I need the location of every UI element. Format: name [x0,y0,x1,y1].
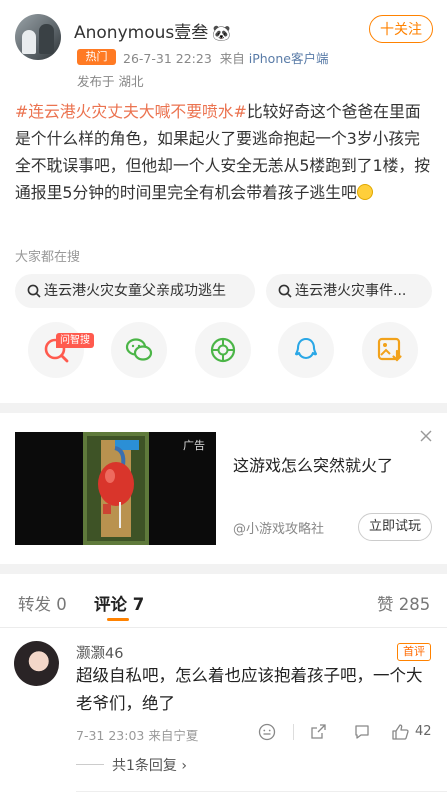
like-count: 42 [415,724,432,739]
post-meta: 26-7-31 22:23 来自 iPhone客户端 [123,51,329,66]
ad-title[interactable]: 这游戏怎么突然就火了 [233,452,393,476]
save-image-share-button[interactable] [362,322,418,378]
section-divider [0,564,447,574]
like-icon[interactable] [391,723,410,741]
hashtag-link[interactable]: #连云港火灾丈夫大喊不要喷水# [15,102,247,121]
author-avatar[interactable] [15,14,61,60]
smirk-emoji-icon [356,184,373,200]
try-now-button[interactable]: 立即试玩 [358,513,432,541]
comment-divider [76,791,447,792]
moments-icon [210,337,236,363]
qq-share-button[interactable] [278,322,334,378]
ad-source: @小游戏攻略社 [233,522,325,537]
active-tab-indicator [107,618,129,621]
ai-search-badge: 问智搜 [56,333,94,348]
comment-icon[interactable] [353,723,371,741]
search-icon [27,284,41,298]
section-divider [0,403,447,413]
action-separator [293,724,294,740]
hot-tag: 热门 [77,49,116,65]
post-text: #连云港火灾丈夫大喊不要喷水#比较好奇这个爸爸在里面是个什么样的角色，如果起火了… [15,102,431,202]
ad-label: 广告 [183,439,205,452]
author-name[interactable]: Anonymous壹叁 🐼 [74,18,231,43]
follow-button[interactable]: 十关注 [369,15,433,43]
view-replies-link[interactable]: 共1条回复 › [112,755,187,775]
search-chip[interactable]: 连云港火灾女童父亲成功逃生 [15,274,255,308]
close-icon[interactable] [418,428,434,444]
moments-share-button[interactable] [195,322,251,378]
image-download-icon [377,337,402,362]
wechat-icon [125,338,153,361]
tab-repost[interactable]: 转发 0 [18,591,67,615]
first-comment-badge: 首评 [397,643,431,661]
tab-comments[interactable]: 评论 7 [94,591,144,615]
reply-indicator-line [76,764,104,765]
source-device-link[interactable]: iPhone客户端 [249,51,329,66]
commenter-avatar[interactable] [14,641,59,686]
emoji-react-icon[interactable] [258,723,276,741]
search-icon [278,284,292,298]
wechat-share-button[interactable] [111,322,167,378]
panda-emoji-icon: 🐼 [212,24,231,42]
published-location: 发布于 湖北 [77,74,144,89]
share-icon[interactable] [309,723,327,741]
comment-text[interactable]: 超级自私吧，怎么着也应该抱着孩子吧，一个大老爷们，绝了 [76,662,436,718]
search-heading: 大家都在搜 [15,250,81,265]
search-chip[interactable]: 连云港火灾事件... [266,274,432,308]
ai-search-share-button[interactable] [28,322,84,378]
tabs-divider [0,627,447,628]
commenter-name[interactable]: 灏灏46 [76,642,123,663]
qq-icon [294,337,318,360]
tab-likes[interactable]: 赞 285 [377,591,430,615]
comment-meta: 7-31 23:03 来自宁夏 [76,728,199,743]
